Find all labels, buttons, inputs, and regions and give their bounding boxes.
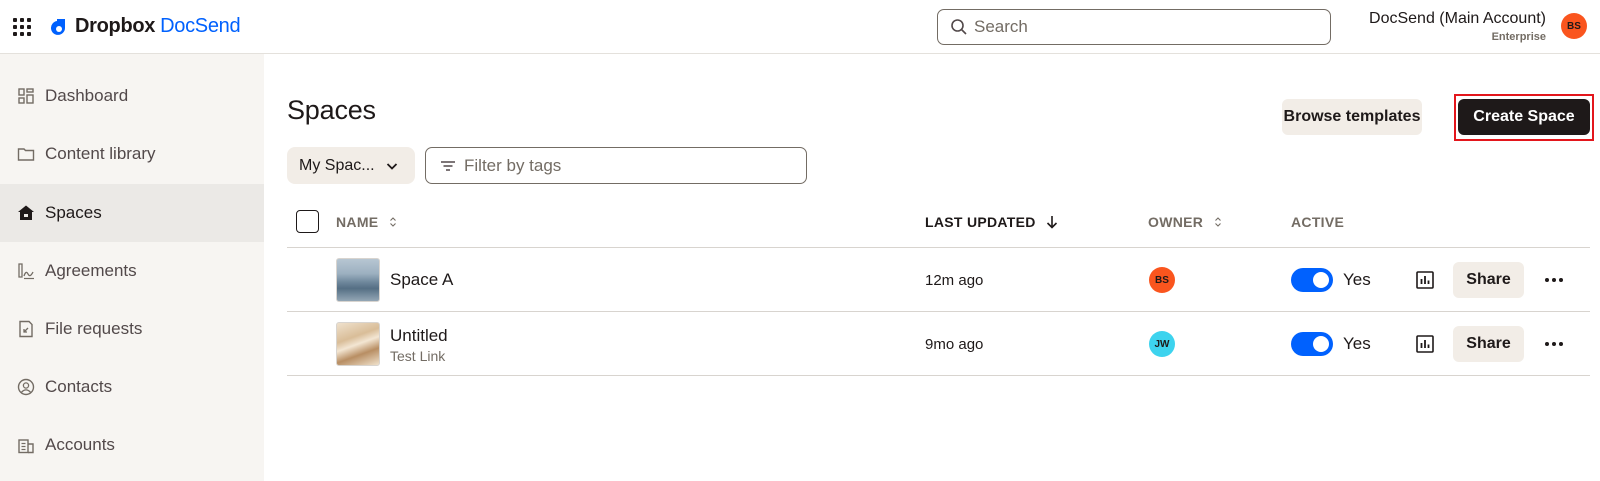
sidebar-item-spaces[interactable]: Spaces [0, 184, 264, 242]
search-box[interactable] [937, 9, 1331, 45]
owner-filter-value: My Spac... [299, 156, 375, 174]
sidebar-item-content-library[interactable]: Content library [0, 125, 264, 183]
column-label: NAME [336, 214, 379, 230]
space-name[interactable]: Space A [390, 270, 453, 290]
analytics-icon[interactable] [1413, 268, 1437, 292]
tag-filter-input[interactable] [464, 155, 784, 176]
brand-name: Dropbox [75, 15, 156, 37]
table-row[interactable]: Untitled Test Link 9mo ago JW Yes Share [287, 312, 1590, 376]
owner-avatar: BS [1149, 267, 1175, 293]
column-header-last-updated[interactable]: LAST UPDATED [925, 214, 1058, 230]
select-all-checkbox[interactable] [296, 210, 319, 233]
sidebar-item-label: Content library [45, 144, 156, 163]
folder-icon [17, 145, 35, 163]
last-updated: 12m ago [925, 272, 984, 289]
active-toggle[interactable] [1291, 332, 1333, 356]
analytics-icon[interactable] [1413, 332, 1437, 356]
table-header: NAME LAST UPDATED OWNER ACTIVE [287, 198, 1590, 248]
account-switcher[interactable]: DocSend (Main Account) Enterprise [1369, 9, 1546, 43]
space-name[interactable]: Untitled [390, 326, 448, 346]
table-row[interactable]: Space A 12m ago BS Yes Share [287, 248, 1590, 312]
sidebar-item-label: Contacts [45, 377, 113, 396]
top-bar: Dropbox DocSend DocSend (Main Account) E… [0, 0, 1600, 54]
create-space-button[interactable]: Create Space [1458, 99, 1590, 135]
sidebar-item-label: Accounts [45, 435, 115, 454]
docsend-logo-icon [51, 18, 65, 35]
page-title: Spaces [287, 95, 376, 125]
column-label: ACTIVE [1291, 214, 1345, 230]
dashboard-icon [17, 87, 35, 105]
sidebar-item-label: File requests [45, 319, 143, 338]
active-toggle[interactable] [1291, 268, 1333, 292]
column-header-active: ACTIVE [1291, 214, 1344, 230]
sort-icon [1215, 217, 1222, 227]
sidebar-item-agreements[interactable]: Agreements [0, 242, 264, 300]
sidebar: Dashboard Content library Spaces Agreeme… [0, 54, 264, 481]
signature-icon [17, 262, 35, 280]
app-switcher-icon[interactable] [12, 17, 32, 37]
more-options-icon[interactable] [1541, 332, 1567, 356]
active-label: Yes [1343, 334, 1371, 353]
account-plan: Enterprise [1491, 31, 1546, 43]
last-updated: 9mo ago [925, 336, 984, 353]
sidebar-item-dashboard[interactable]: Dashboard [0, 67, 264, 125]
file-request-icon [17, 320, 35, 338]
sidebar-item-accounts[interactable]: Accounts [0, 416, 264, 474]
column-label: LAST UPDATED [925, 214, 1036, 230]
owner-filter-dropdown[interactable]: My Spac... [287, 147, 415, 184]
more-options-icon[interactable] [1541, 268, 1567, 292]
column-header-owner[interactable]: OWNER [1148, 214, 1223, 230]
user-avatar[interactable]: BS [1561, 13, 1587, 39]
arrow-down-icon [1046, 216, 1057, 229]
owner-avatar: JW [1149, 331, 1175, 357]
accounts-icon [17, 436, 35, 454]
space-thumbnail [336, 322, 380, 366]
column-header-name[interactable]: NAME [336, 214, 398, 230]
space-subtitle: Test Link [390, 348, 446, 364]
chevron-down-icon [386, 162, 398, 170]
column-label: OWNER [1148, 214, 1204, 230]
active-label: Yes [1343, 270, 1371, 289]
sidebar-item-file-requests[interactable]: File requests [0, 300, 264, 358]
account-name: DocSend (Main Account) [1369, 10, 1546, 27]
filter-icon [441, 160, 455, 171]
tag-filter-box[interactable] [425, 147, 807, 184]
sidebar-item-contacts[interactable]: Contacts [0, 358, 264, 416]
contact-icon [17, 378, 35, 396]
search-icon [951, 19, 967, 35]
share-button[interactable]: Share [1453, 262, 1524, 298]
share-button[interactable]: Share [1453, 326, 1524, 362]
search-input[interactable] [974, 17, 1314, 37]
sort-icon [390, 217, 397, 227]
brand-logo[interactable]: Dropbox DocSend [51, 15, 241, 38]
browse-templates-button[interactable]: Browse templates [1282, 99, 1422, 135]
toggle-knob [1313, 336, 1329, 352]
spaces-icon [17, 204, 35, 222]
space-thumbnail [336, 258, 380, 302]
sidebar-item-label: Agreements [45, 261, 137, 280]
sidebar-item-label: Dashboard [45, 86, 129, 105]
toggle-knob [1313, 272, 1329, 288]
sidebar-item-label: Spaces [45, 203, 102, 222]
brand-product: DocSend [160, 15, 241, 37]
